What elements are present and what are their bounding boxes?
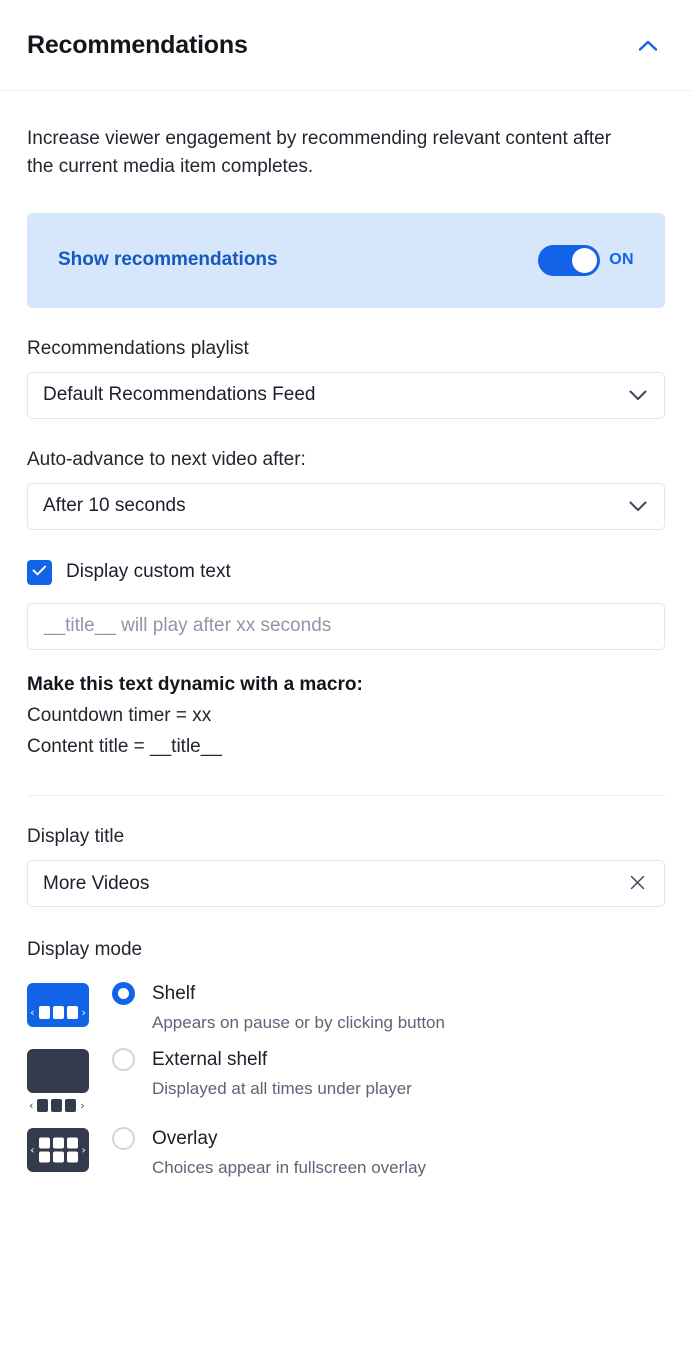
display-mode-description-shelf: Appears on pause or by clicking button (152, 1013, 445, 1033)
display-custom-text-label: Display custom text (66, 561, 231, 583)
overlay-thumbnail-tiles (38, 1137, 78, 1163)
macro-help: Make this text dynamic with a macro: Cou… (27, 674, 665, 763)
thumbnail-tile (37, 1099, 49, 1113)
toggle-knob (572, 247, 598, 273)
thumbnail-tile-row (38, 1151, 78, 1163)
chevron-left-icon: ‹ (30, 1006, 35, 1020)
thumbnail-tile (38, 1006, 50, 1020)
show-recommendations-label: Show recommendations (58, 249, 278, 271)
thumbnail-tile (52, 1006, 64, 1020)
panel-header: Recommendations (0, 0, 692, 91)
thumbnail-tile (38, 1151, 50, 1163)
display-mode-option-external-shelf[interactable]: ‹ › External shelf Displayed at all time… (27, 1046, 665, 1113)
panel-body: Increase viewer engagement by recommendi… (0, 125, 692, 1191)
shelf-option-body: Shelf Appears on pause or by clicking bu… (112, 980, 665, 1033)
external-shelf-radio-line: External shelf (112, 1046, 665, 1073)
external-shelf-thumbnail-tiles (37, 1099, 77, 1113)
custom-text-field: __title__ will play after xx seconds (27, 602, 665, 650)
display-mode-options: ‹ › Shelf Appears on pause or by clickin… (27, 980, 665, 1191)
thumbnail-tile (66, 1137, 78, 1149)
recommendations-playlist-value: Default Recommendations Feed (43, 384, 316, 406)
chevron-right-icon: › (81, 1143, 86, 1157)
thumbnail-tile (51, 1099, 63, 1113)
shelf-thumbnail-tiles (38, 1006, 78, 1020)
external-shelf-thumbnail (27, 1049, 89, 1094)
custom-text-placeholder: __title__ will play after xx seconds (44, 615, 332, 637)
clear-display-title-button[interactable] (627, 874, 647, 894)
page-title: Recommendations (27, 30, 248, 59)
show-recommendations-card: Show recommendations ON (27, 212, 665, 308)
close-icon (630, 875, 645, 893)
recommendations-playlist-select[interactable]: Default Recommendations Feed (27, 371, 665, 419)
auto-advance-select[interactable]: After 10 seconds (27, 482, 665, 530)
display-title-label: Display title (27, 826, 125, 848)
check-icon (32, 563, 47, 581)
chevron-left-icon: ‹ (30, 1143, 35, 1157)
display-mode-label: Display mode (27, 939, 143, 961)
chevron-up-icon (638, 39, 658, 52)
display-mode-name-shelf: Shelf (152, 982, 196, 1004)
display-title-value: More Videos (43, 872, 150, 894)
external-shelf-thumbnail-column: ‹ › (27, 1046, 112, 1113)
display-mode-description-overlay: Choices appear in fullscreen overlay (152, 1158, 427, 1178)
external-shelf-option-body: External shelf Displayed at all times un… (112, 1046, 665, 1099)
display-mode-name-overlay: Overlay (152, 1127, 218, 1149)
display-mode-option-shelf[interactable]: ‹ › Shelf Appears on pause or by clickin… (27, 980, 665, 1033)
thumbnail-tile (38, 1137, 50, 1149)
shelf-radio-line: Shelf (112, 980, 665, 1007)
chevron-down-icon (629, 501, 647, 512)
chevron-down-icon (629, 390, 647, 401)
shelf-thumbnail-strip: ‹ › (27, 1006, 89, 1020)
custom-text-input[interactable]: __title__ will play after xx seconds (27, 602, 665, 650)
shelf-thumbnail: ‹ › (27, 983, 89, 1028)
macro-help-line-countdown: Countdown timer = xx (27, 704, 212, 726)
chevron-right-icon: › (81, 1006, 86, 1020)
macro-help-title: Make this text dynamic with a macro: (27, 673, 363, 695)
show-recommendations-toggle[interactable] (538, 244, 601, 276)
recommendations-playlist-label: Recommendations playlist (27, 337, 249, 359)
display-custom-text-checkbox[interactable] (27, 559, 52, 585)
overlay-thumbnail: ‹ › (27, 1128, 89, 1173)
auto-advance-value: After 10 seconds (43, 495, 186, 517)
display-title-field: Display title More Videos (27, 826, 665, 908)
display-mode-radio-overlay[interactable] (112, 1127, 135, 1151)
display-title-input[interactable]: More Videos (27, 860, 665, 908)
external-shelf-thumbnail-strip: ‹ › (27, 1099, 85, 1113)
shelf-thumbnail-column: ‹ › (27, 980, 112, 1028)
intro-description: Increase viewer engagement by recommendi… (27, 128, 612, 177)
auto-advance-label: Auto-advance to next video after: (27, 448, 306, 470)
show-recommendations-toggle-group: ON (538, 244, 634, 276)
display-mode-option-overlay[interactable]: ‹ › Overlay Choices appear in fullscreen… (27, 1125, 665, 1178)
thumbnail-tile (65, 1099, 77, 1113)
recommendations-panel: Recommendations Increase viewer engageme… (0, 0, 692, 1360)
overlay-option-body: Overlay Choices appear in fullscreen ove… (112, 1125, 665, 1178)
chevron-right-icon: › (80, 1099, 85, 1113)
thumbnail-tile (52, 1137, 64, 1149)
overlay-thumbnail-strip: ‹ › (27, 1137, 89, 1163)
thumbnail-tile-row (38, 1137, 78, 1149)
recommendations-playlist-field: Recommendations playlist Default Recomme… (27, 338, 665, 419)
macro-help-line-title: Content title = __title__ (27, 735, 222, 757)
overlay-radio-line: Overlay (112, 1125, 665, 1152)
section-divider (27, 795, 665, 797)
display-mode-radio-shelf[interactable] (112, 982, 135, 1006)
display-mode-radio-external-shelf[interactable] (112, 1048, 135, 1072)
display-mode-description-external-shelf: Displayed at all times under player (152, 1079, 412, 1099)
thumbnail-tile (66, 1006, 78, 1020)
overlay-thumbnail-column: ‹ › (27, 1125, 112, 1173)
collapse-section-button[interactable] (631, 28, 665, 62)
chevron-left-icon: ‹ (29, 1099, 34, 1113)
toggle-state-label: ON (609, 251, 634, 269)
thumbnail-tile (52, 1151, 64, 1163)
display-mode-name-external-shelf: External shelf (152, 1048, 268, 1070)
display-custom-text-row[interactable]: Display custom text (27, 559, 665, 585)
auto-advance-field: Auto-advance to next video after: After … (27, 449, 665, 530)
thumbnail-tile (66, 1151, 78, 1163)
